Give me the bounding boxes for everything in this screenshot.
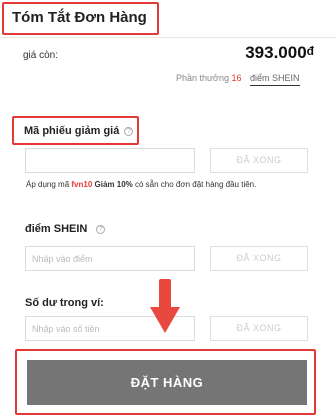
promo-prefix: Áp dụng mã bbox=[26, 180, 70, 189]
divider bbox=[0, 37, 336, 38]
reward-points: 16 bbox=[231, 73, 242, 83]
points-title-label: điểm SHEIN bbox=[25, 223, 88, 235]
coupon-input[interactable] bbox=[25, 148, 195, 173]
promo-hint: Áp dụng mã fvn10 Giảm 10% có sẵn cho đơn… bbox=[26, 180, 256, 189]
coupon-section-title: Mã phiếu giảm giá? bbox=[24, 125, 134, 137]
points-input[interactable] bbox=[25, 246, 195, 271]
question-icon[interactable]: ? bbox=[96, 225, 106, 234]
coupon-title-label: Mã phiếu giảm giá bbox=[24, 125, 120, 137]
promo-suffix: có sẵn cho đơn đặt hàng đầu tiên. bbox=[135, 180, 257, 189]
arrow-head-icon bbox=[150, 307, 180, 333]
promo-code: fvn10 bbox=[71, 180, 93, 189]
points-section-title: điểm SHEIN? bbox=[25, 223, 106, 235]
reward-prefix: Phần thưởng bbox=[176, 73, 229, 83]
reward-line: Phần thưởng 16 điểm SHEIN bbox=[176, 73, 300, 86]
wallet-section-title: Số dư trong ví: bbox=[25, 297, 104, 309]
price-label: giá còn: bbox=[23, 50, 59, 61]
question-icon[interactable]: ? bbox=[124, 127, 134, 136]
points-apply-button[interactable]: ĐÃ XONG bbox=[210, 246, 308, 271]
order-summary-panel: Tóm Tắt Đơn Hàng giá còn: 393.000đ Phần … bbox=[0, 0, 336, 419]
price-amount: 393.000 bbox=[245, 43, 307, 62]
reward-unit: điểm SHEIN bbox=[250, 73, 300, 86]
promo-discount: Giảm 10% bbox=[94, 180, 133, 189]
place-order-button[interactable]: ĐẶT HÀNG bbox=[27, 360, 307, 405]
price-value: 393.000đ bbox=[245, 43, 314, 63]
page-title: Tóm Tắt Đơn Hàng bbox=[12, 9, 147, 26]
coupon-apply-button[interactable]: ĐÃ XONG bbox=[210, 148, 308, 173]
wallet-apply-button[interactable]: ĐÃ XONG bbox=[210, 316, 308, 341]
currency-symbol: đ bbox=[306, 44, 314, 58]
